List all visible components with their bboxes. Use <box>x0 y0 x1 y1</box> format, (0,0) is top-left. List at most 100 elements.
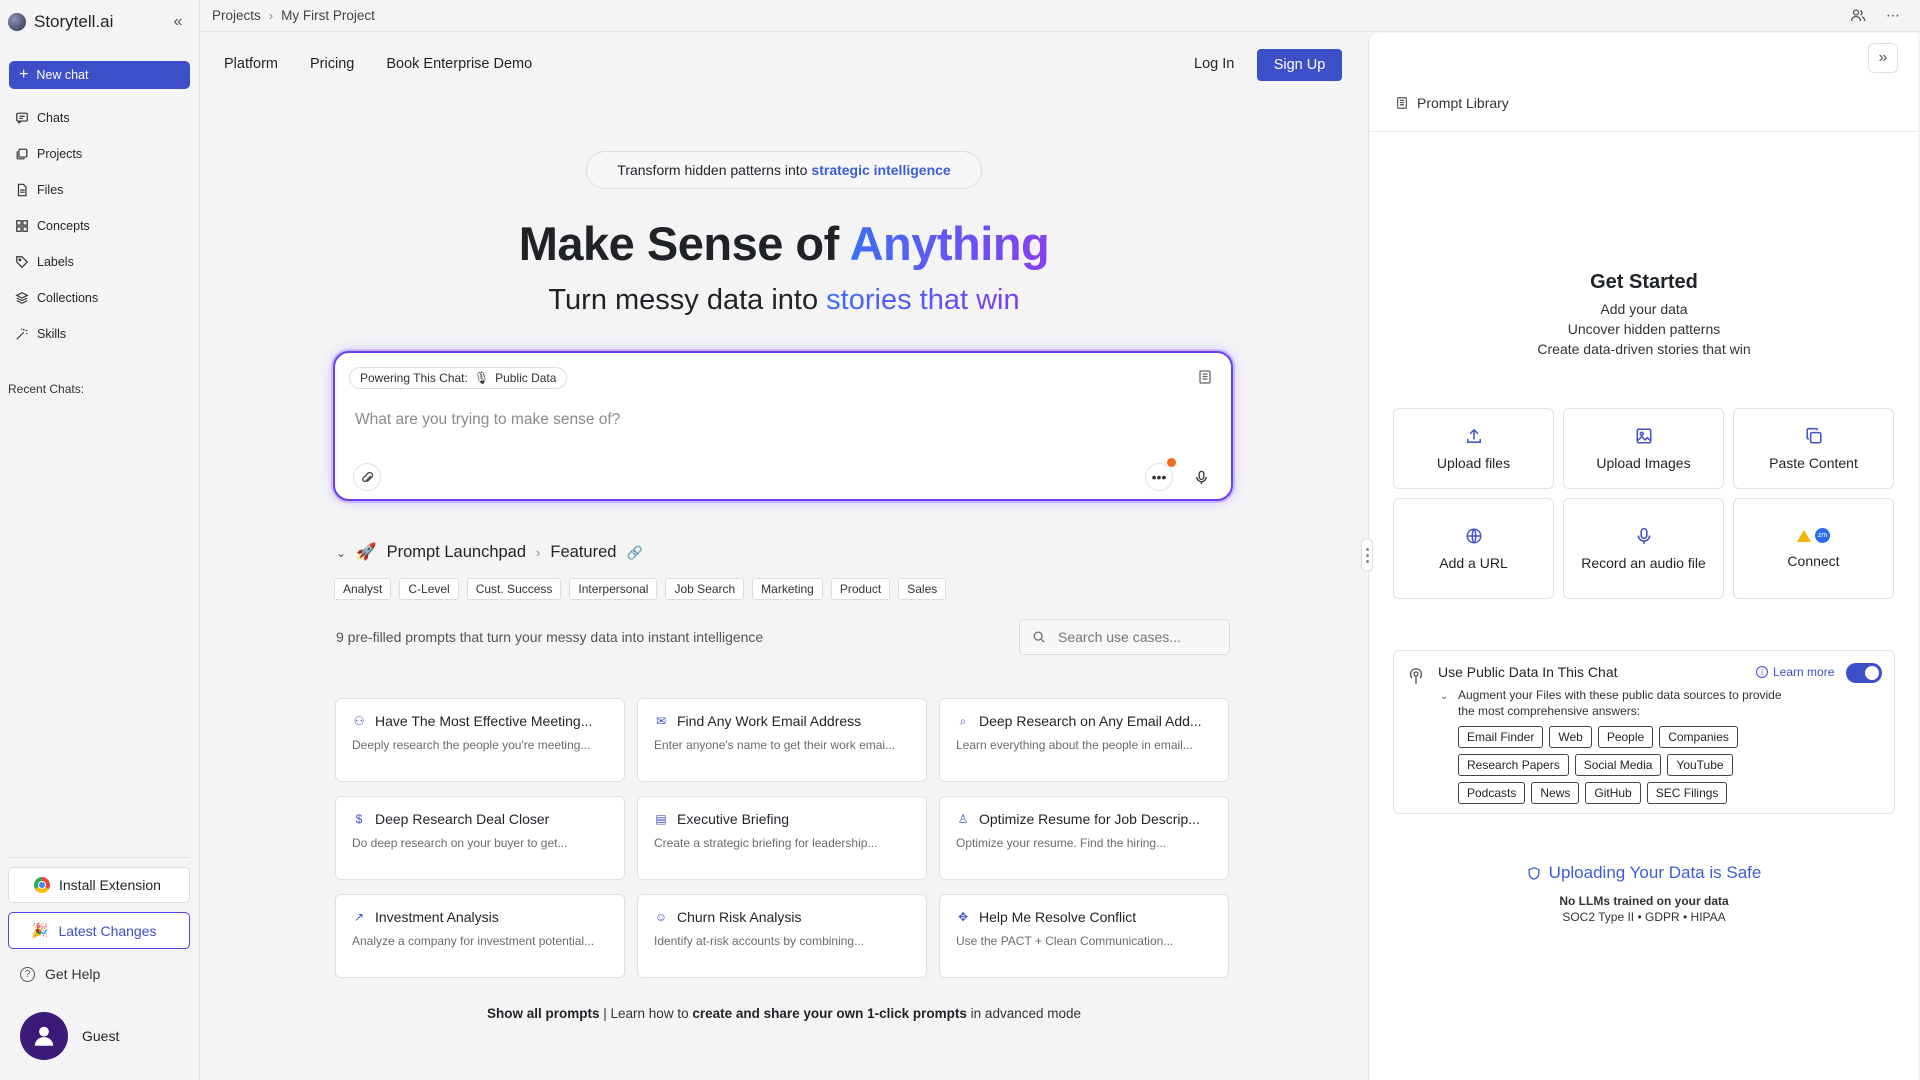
powering-chip[interactable]: Powering This Chat: 🎙 Public Data <box>349 367 568 389</box>
prompt-card[interactable]: ⌕ Deep Research on Any Email Add... Learn… <box>939 698 1229 782</box>
prompt-card[interactable]: ▤ Executive Briefing Create a strategic b… <box>637 796 927 880</box>
link-icon[interactable]: 🔗 <box>626 545 642 561</box>
get-started-line: Add your data <box>1600 301 1688 317</box>
prompt-card[interactable]: ✉ Find Any Work Email Address Enter anyon… <box>637 698 927 782</box>
prompt-card[interactable]: ♙ Optimize Resume for Job Descrip... Opti… <box>939 796 1229 880</box>
connect-button[interactable]: zm Connect <box>1733 498 1894 599</box>
show-all-prompts-link[interactable]: Show all prompts <box>487 1006 600 1021</box>
powering-source: Public Data <box>495 371 557 385</box>
sidebar-item-collections[interactable]: Collections <box>8 280 192 316</box>
prompt-card-title: ♙ Optimize Resume for Job Descrip... <box>956 811 1212 827</box>
source-chip[interactable]: SEC Filings <box>1646 782 1728 804</box>
prompt-library-icon[interactable] <box>1197 369 1213 385</box>
upload-images-button[interactable]: Upload Images <box>1563 408 1724 489</box>
source-chip[interactable]: News <box>1531 782 1580 804</box>
source-chip[interactable]: Email Finder <box>1458 726 1544 748</box>
more-options-icon[interactable]: ⋯ <box>1886 7 1900 24</box>
source-chip[interactable]: Companies <box>1659 726 1738 748</box>
new-chat-button[interactable]: + New chat <box>9 61 190 89</box>
source-chip[interactable]: GitHub <box>1585 782 1641 804</box>
chevron-down-icon[interactable]: ⌄ <box>336 546 346 560</box>
chat-input-field[interactable]: What are you trying to make sense of? <box>355 411 620 429</box>
login-link[interactable]: Log In <box>1194 56 1234 72</box>
source-chip[interactable]: People <box>1597 726 1654 748</box>
breadcrumb-projects[interactable]: Projects <box>212 8 261 23</box>
category-chip[interactable]: Marketing <box>752 578 823 600</box>
nav-link-pricing[interactable]: Pricing <box>310 56 354 72</box>
prompt-card[interactable]: ↗ Investment Analysis Analyze a company f… <box>335 894 625 978</box>
prompt-card[interactable]: ✥ Help Me Resolve Conflict Use the PACT +… <box>939 894 1229 978</box>
book-icon <box>1397 97 1407 109</box>
category-chip[interactable]: Interpersonal <box>569 578 658 600</box>
panel-resize-handle[interactable] <box>1361 538 1373 572</box>
source-chip[interactable]: Social Media <box>1574 754 1662 776</box>
public-data-toggle[interactable] <box>1846 663 1882 683</box>
connect-icon: zm <box>1797 528 1830 543</box>
brand[interactable]: Storytell.ai <box>8 10 113 34</box>
sidebar-item-projects[interactable]: Projects <box>8 136 192 172</box>
party-icon: 🎉 <box>31 922 49 938</box>
prompt-card-title-text: Have The Most Effective Meeting... <box>375 713 593 729</box>
expand-panel-button[interactable]: » <box>1868 43 1898 73</box>
launchpad-title[interactable]: Prompt Launchpad <box>387 543 526 562</box>
chat-input-box[interactable]: Powering This Chat: 🎙 Public Data What a… <box>333 351 1233 501</box>
category-chip[interactable]: Analyst <box>334 578 392 600</box>
add-url-button[interactable]: Add a URL <box>1393 498 1554 599</box>
learn-more-link[interactable]: i Learn more <box>1756 665 1834 679</box>
tag-icon <box>16 256 29 269</box>
user-profile[interactable]: Guest <box>20 1012 119 1060</box>
sidebar-item-label: Concepts <box>37 219 90 233</box>
sidebar-item-labels[interactable]: Labels <box>8 244 192 280</box>
hero-title-accent: Anything <box>849 217 1050 270</box>
category-chip[interactable]: Product <box>830 578 891 600</box>
prompt-card-title-text: Find Any Work Email Address <box>677 713 862 729</box>
source-chip[interactable]: Web <box>1549 726 1592 748</box>
notification-dot <box>1167 458 1176 467</box>
launchpad-section[interactable]: Featured <box>550 543 616 562</box>
attach-button[interactable] <box>353 463 381 491</box>
collapse-sidebar-button[interactable]: « <box>168 12 188 32</box>
category-chip[interactable]: C-Level <box>399 578 459 600</box>
sidebar-item-concepts[interactable]: Concepts <box>8 208 192 244</box>
latest-changes-button[interactable]: 🎉 Latest Changes <box>8 912 190 949</box>
more-options-button[interactable]: ••• <box>1145 463 1173 491</box>
nav-link-platform[interactable]: Platform <box>224 56 278 72</box>
chevron-down-icon[interactable]: ⌄ <box>1440 691 1448 702</box>
prompt-card[interactable]: ⚇ Have The Most Effective Meeting... Deep… <box>335 698 625 782</box>
data-safe-title-text: Uploading Your Data is Safe <box>1548 863 1762 882</box>
record-audio-button[interactable]: Record an audio file <box>1563 498 1724 599</box>
source-chip[interactable]: Research Papers <box>1458 754 1569 776</box>
search-input[interactable] <box>1058 629 1208 645</box>
sidebar-item-skills[interactable]: Skills <box>8 316 192 352</box>
category-chip[interactable]: Cust. Success <box>466 578 562 600</box>
prompt-library-header[interactable]: Prompt Library <box>1395 95 1509 111</box>
upload-icon <box>1466 428 1481 443</box>
sidebar-nav: Chats Projects Files Concepts Labels Col… <box>8 100 192 352</box>
category-chip[interactable]: Sales <box>898 578 947 600</box>
sidebar-item-chats[interactable]: Chats <box>8 100 192 136</box>
install-extension-button[interactable]: Install Extension <box>8 867 190 903</box>
prompt-card-title: ↗ Investment Analysis <box>352 909 608 925</box>
nav-link-enterprise-demo[interactable]: Book Enterprise Demo <box>386 56 532 72</box>
prompt-card[interactable]: $ Deep Research Deal Closer Do deep resea… <box>335 796 625 880</box>
search-use-cases[interactable] <box>1019 619 1230 655</box>
create-prompts-link[interactable]: create and share your own 1-click prompt… <box>692 1006 967 1021</box>
source-chip[interactable]: YouTube <box>1667 754 1733 776</box>
share-users-icon[interactable] <box>1850 7 1866 23</box>
get-help-button[interactable]: ? Get Help <box>20 966 100 982</box>
prompt-card-title: ✉ Find Any Work Email Address <box>654 713 910 729</box>
sidebar-item-files[interactable]: Files <box>8 172 192 208</box>
upload-files-button[interactable]: Upload files <box>1393 408 1554 489</box>
paste-content-button[interactable]: Paste Content <box>1733 408 1894 489</box>
prompt-card-desc: Use the PACT + Clean Communication... <box>956 934 1174 948</box>
category-chip[interactable]: Job Search <box>665 578 745 600</box>
signup-button[interactable]: Sign Up <box>1257 49 1342 81</box>
handshake-icon: ✥ <box>957 910 969 924</box>
mic-icon <box>1637 527 1650 544</box>
mic-button[interactable] <box>1187 463 1215 491</box>
breadcrumb-current[interactable]: My First Project <box>281 8 375 23</box>
tagline-accent[interactable]: strategic intelligence <box>811 162 950 178</box>
prompt-card-title: ✥ Help Me Resolve Conflict <box>956 909 1212 925</box>
prompt-card[interactable]: ☺ Churn Risk Analysis Identify at-risk ac… <box>637 894 927 978</box>
source-chip[interactable]: Podcasts <box>1458 782 1526 804</box>
